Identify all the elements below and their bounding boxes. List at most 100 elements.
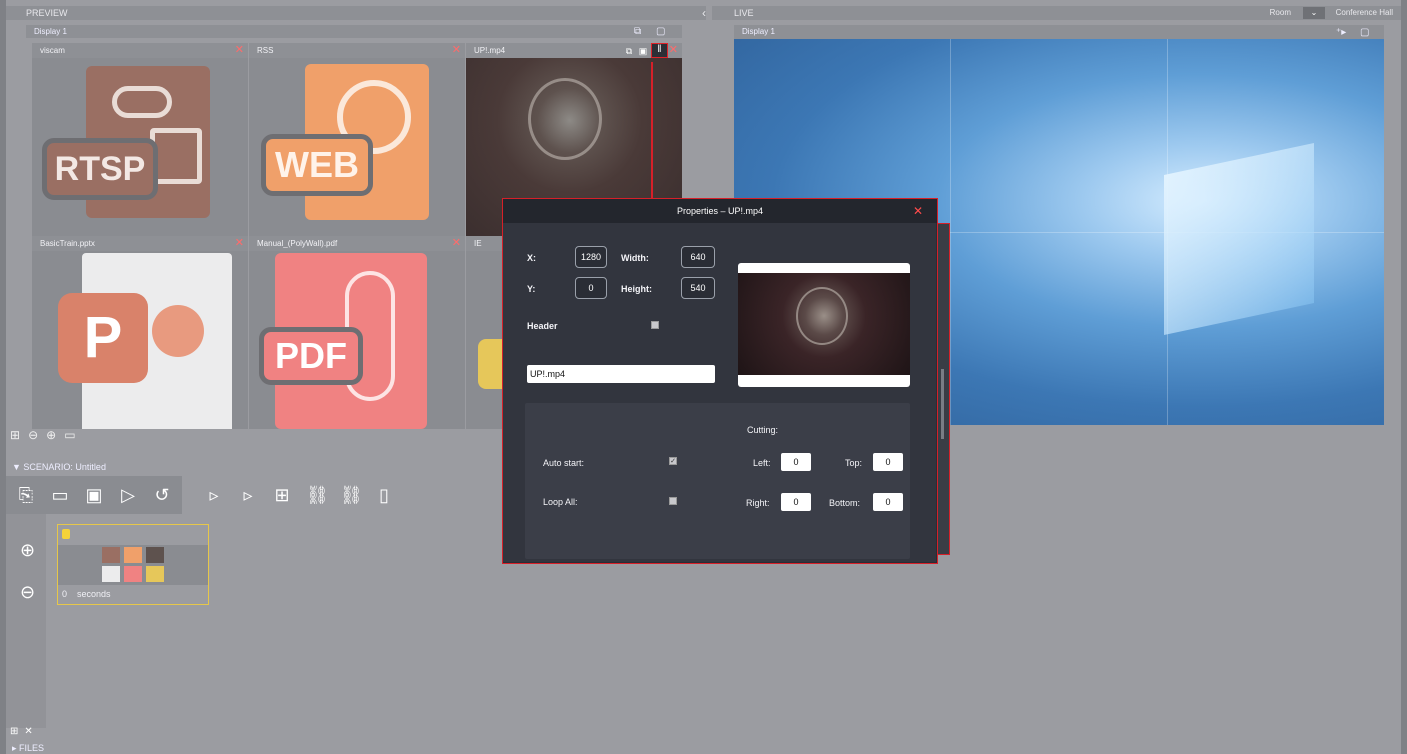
link-icon[interactable]: ⛓ xyxy=(306,485,329,505)
dialog-scrollbar[interactable] xyxy=(936,223,950,555)
layout-icon[interactable]: ⧉ xyxy=(634,26,646,37)
swap-icon[interactable]: ⧉ xyxy=(623,45,635,57)
video-preview-image xyxy=(738,273,910,375)
y-label: Y: xyxy=(527,284,536,294)
close-icon[interactable]: ✕ xyxy=(235,236,244,251)
grid-icon[interactable]: ⊞ xyxy=(10,428,20,442)
live-title: LIVE xyxy=(734,8,754,18)
width-label: Width: xyxy=(621,253,649,263)
file-tools: ⎘ ▭ ▣ ▷ ↺ xyxy=(6,476,182,514)
room-value: Conference Hall xyxy=(1335,8,1393,17)
powerpoint-badge: P xyxy=(58,293,148,383)
cut-bottom-input[interactable]: 0 xyxy=(873,493,903,511)
save-as-icon[interactable]: ▣ xyxy=(84,485,104,505)
scenario-toolbar: ⎘ ▭ ▣ ▷ ↺ ▹ ▹ ⊞ ⛓ ⛓ ▯ xyxy=(6,476,404,514)
close-icon[interactable]: ✕ xyxy=(452,236,461,251)
play-icon[interactable]: ▷ xyxy=(118,485,138,505)
room-select[interactable]: ⌄ xyxy=(1303,7,1325,19)
panel-icon[interactable]: ▢ xyxy=(1360,27,1372,38)
scenario-step-card[interactable]: 0 seconds xyxy=(57,524,209,605)
reset-icon[interactable]: ↺ xyxy=(152,485,172,505)
zoom-out-icon[interactable]: ⊖ xyxy=(20,582,44,606)
zoom-out-icon[interactable]: ⊖ xyxy=(28,428,38,442)
preview-title: PREVIEW xyxy=(26,8,68,18)
scrollbar-thumb[interactable] xyxy=(941,369,944,439)
close-icon[interactable]: ✕ xyxy=(452,43,461,58)
step-icon[interactable]: ▯ xyxy=(374,485,394,505)
live-header: LIVE Room ⌄ Conference Hall xyxy=(712,6,1401,20)
properties-icon[interactable]: ǁ xyxy=(651,43,668,58)
properties-connector-line xyxy=(651,62,653,199)
tile-content: P xyxy=(32,251,248,429)
add-pointer-icon[interactable]: ⁺▸ xyxy=(1336,27,1348,38)
tile-manual-pdf[interactable]: Manual_(PolyWall).pdf ✕ PDF xyxy=(249,236,465,429)
tile-content: PDF xyxy=(249,251,465,429)
step-duration: 0 seconds xyxy=(62,589,111,599)
collapse-arrow-icon[interactable]: ‹ xyxy=(697,6,711,20)
add-grid-icon[interactable]: ⊞ xyxy=(272,485,292,505)
loop-all-checkbox[interactable] xyxy=(669,497,677,505)
camera-reels-icon xyxy=(112,86,172,118)
auto-start-label: Auto start: xyxy=(543,458,585,468)
width-input[interactable]: 640 xyxy=(681,246,715,268)
rtsp-badge: RTSP xyxy=(42,138,158,200)
tile-rss[interactable]: RSS ✕ WEB xyxy=(249,43,465,236)
comment-icon[interactable]: ▭ xyxy=(64,428,75,442)
tile-basictrain[interactable]: BasicTrain.pptx ✕ P xyxy=(32,236,248,429)
tile-content: WEB xyxy=(249,58,465,236)
video-preview xyxy=(738,263,910,387)
tile-viscam[interactable]: viscam ✕ RTSP xyxy=(32,43,248,236)
close-icon[interactable]: ✕ xyxy=(235,43,244,58)
cutting-label: Cutting: xyxy=(747,425,779,435)
auto-start-checkbox[interactable]: ✓ xyxy=(669,457,677,465)
files-header[interactable]: ▸ FILES xyxy=(6,742,1401,754)
lightbulb-icon xyxy=(528,78,602,160)
thumb-pptx-icon xyxy=(102,566,120,582)
thumb-ie-icon xyxy=(146,566,164,582)
zoom-in-icon[interactable]: ⊕ xyxy=(46,428,56,442)
preview-display-title: Display 1 xyxy=(26,25,682,38)
header-checkbox[interactable] xyxy=(651,321,659,329)
loop-all-label: Loop All: xyxy=(543,497,578,507)
cut-top-label: Top: xyxy=(845,458,863,468)
height-label: Height: xyxy=(621,284,652,294)
select-icon[interactable]: ▹ xyxy=(204,485,224,505)
tile-header: BasicTrain.pptx ✕ xyxy=(32,236,248,251)
x-input[interactable]: 1280 xyxy=(575,246,607,268)
preview-header: PREVIEW xyxy=(6,6,706,20)
link-play-icon[interactable]: ⛓ xyxy=(340,485,363,505)
thumb-pdf-icon xyxy=(124,566,142,582)
save-icon[interactable]: ▭ xyxy=(50,485,70,505)
cut-right-label: Right: xyxy=(746,498,770,508)
lightbulb-icon xyxy=(796,287,848,345)
new-file-icon[interactable]: ⎘ xyxy=(16,485,36,505)
x-label: X: xyxy=(527,253,536,263)
fullscreen-icon[interactable]: ✕ xyxy=(24,726,32,737)
cut-top-input[interactable]: 0 xyxy=(873,453,903,471)
zoom-in-icon[interactable]: ⊕ xyxy=(20,540,44,564)
header-text-input[interactable]: UP!.mp4 xyxy=(527,365,715,383)
thumb-rtsp-icon xyxy=(102,547,120,563)
step-thumbnails xyxy=(58,545,208,585)
panel-icon[interactable]: ▢ xyxy=(656,26,668,37)
cut-right-input[interactable]: 0 xyxy=(781,493,811,511)
tile-content: RTSP xyxy=(32,58,248,236)
tile-toolbar: ⧉ ▣ ǁ xyxy=(623,43,668,58)
cutting-panel: Cutting: Auto start: ✓ Left: 0 Top: 0 Lo… xyxy=(525,403,910,559)
bottom-controls: ⊞ ✕ xyxy=(10,726,33,737)
cut-left-input[interactable]: 0 xyxy=(781,453,811,471)
tile-header: viscam ✕ xyxy=(32,43,248,58)
scenario-zoom-panel: ⊕ ⊖ xyxy=(6,514,46,728)
dialog-body: X: 1280 Width: 640 Y: 0 Height: 540 Head… xyxy=(503,223,936,562)
fit-icon[interactable]: ▣ xyxy=(637,45,649,57)
y-input[interactable]: 0 xyxy=(575,277,607,299)
cut-left-label: Left: xyxy=(753,458,771,468)
grid-icon[interactable]: ⊞ xyxy=(10,726,18,737)
header-label: Header xyxy=(527,321,558,331)
tile-header: RSS ✕ xyxy=(249,43,465,58)
height-input[interactable]: 540 xyxy=(681,277,715,299)
add-pointer-icon[interactable]: ▹ xyxy=(238,485,258,505)
close-icon[interactable]: ✕ xyxy=(669,43,678,58)
close-icon[interactable]: ✕ xyxy=(913,199,923,223)
step-badge-icon xyxy=(62,529,70,539)
